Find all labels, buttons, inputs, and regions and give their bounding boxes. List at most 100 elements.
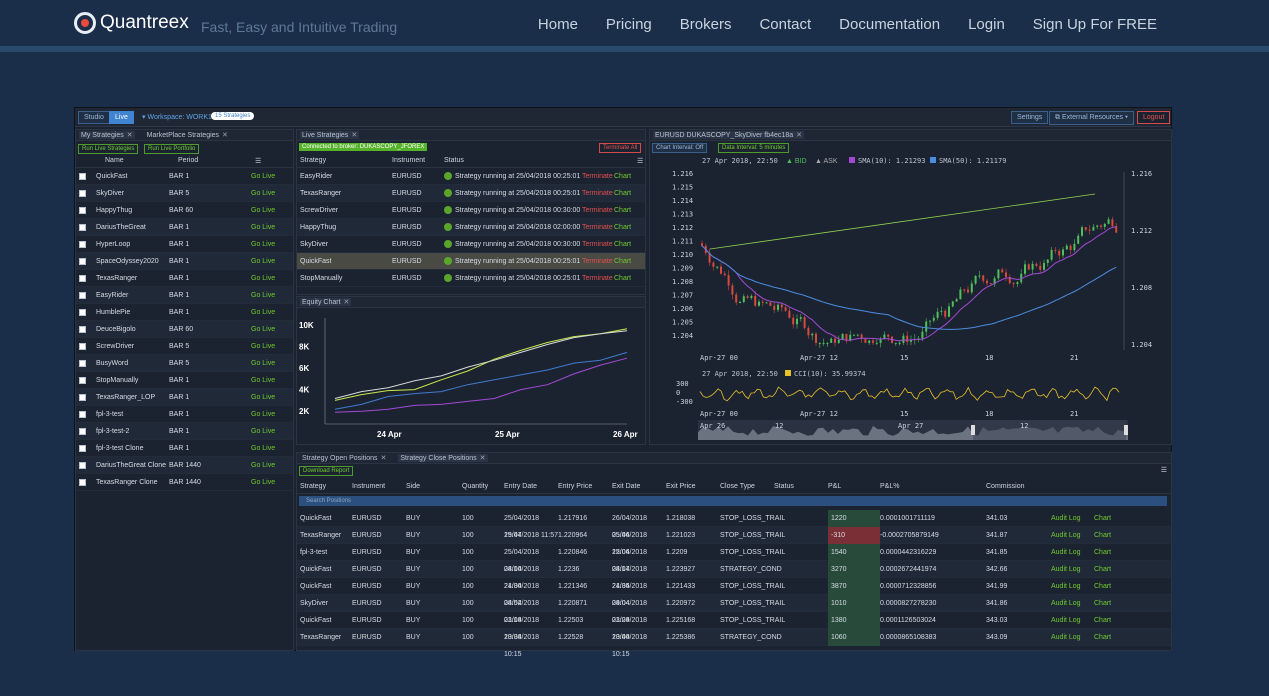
live-row[interactable]: StopManually EURUSD Strategy running at 25…	[297, 270, 645, 287]
strategy-row[interactable]: ScrewDriver BAR 5 Go Live	[76, 338, 293, 355]
go-live-link[interactable]: Go Live	[251, 292, 275, 299]
strategy-row[interactable]: TexasRanger BAR 1 Go Live	[76, 270, 293, 287]
tab-close-positions[interactable]: Strategy Close Positions ✕	[398, 454, 488, 462]
strategy-row[interactable]: DeuceBigolo BAR 60 Go Live	[76, 321, 293, 338]
audit-log-link[interactable]: Audit Log	[1051, 566, 1094, 573]
row-checkbox[interactable]	[79, 478, 86, 486]
chart-link[interactable]: Chart	[614, 207, 631, 214]
go-live-link[interactable]: Go Live	[251, 241, 275, 248]
run-live-portfolio-button[interactable]: Run Live Portfolio	[144, 144, 200, 154]
row-checkbox[interactable]	[79, 206, 86, 214]
strategy-row[interactable]: TexasRanger Clone BAR 1440 Go Live	[76, 474, 293, 491]
row-checkbox[interactable]	[79, 172, 86, 180]
audit-log-link[interactable]: Audit Log	[1051, 583, 1094, 590]
strategy-row[interactable]: BusyWord BAR 5 Go Live	[76, 355, 293, 372]
chart-interval-select[interactable]: Chart Interval: Off	[652, 143, 708, 153]
row-checkbox[interactable]	[79, 410, 86, 418]
go-live-link[interactable]: Go Live	[251, 275, 275, 282]
live-row[interactable]: SkyDiver EURUSD Strategy running at 25/04/…	[297, 236, 645, 253]
row-checkbox[interactable]	[79, 291, 86, 299]
audit-log-link[interactable]: Audit Log	[1051, 549, 1094, 556]
position-row[interactable]: QuickFast EURUSD BUY 100 23/04/2018 10:38 1.2…	[297, 611, 1171, 641]
nav-login[interactable]: Login	[968, 16, 1005, 33]
row-checkbox[interactable]	[79, 257, 86, 265]
go-live-link[interactable]: Go Live	[251, 207, 275, 214]
audit-log-link[interactable]: Audit Log	[1051, 617, 1094, 624]
go-live-link[interactable]: Go Live	[251, 445, 275, 452]
terminate-link[interactable]: Terminate	[582, 224, 614, 231]
download-report-button[interactable]: Download Report	[299, 466, 354, 476]
row-checkbox[interactable]	[79, 189, 86, 197]
close-icon[interactable]: ✕	[796, 132, 802, 139]
go-live-link[interactable]: Go Live	[251, 428, 275, 435]
logout-button[interactable]: Logout	[1137, 111, 1171, 124]
chart-link[interactable]: Chart	[1094, 634, 1111, 641]
row-checkbox[interactable]	[79, 376, 86, 384]
chart-link[interactable]: Chart	[614, 173, 631, 180]
strategy-row[interactable]: DariusTheGreat Clone BAR 1440 Go Live	[76, 457, 293, 474]
nav-documentation[interactable]: Documentation	[839, 16, 940, 33]
tab-equity-chart[interactable]: Equity Chart ✕	[300, 298, 352, 306]
chart-link[interactable]: Chart	[1094, 532, 1111, 539]
strategy-row[interactable]: StopManually BAR 1 Go Live	[76, 372, 293, 389]
position-row[interactable]: TexasRanger EURUSD BUY 100 25/04/2018 11:57 1…	[297, 526, 1171, 556]
navigator-handle-left[interactable]	[971, 425, 975, 435]
chart-link[interactable]: Chart	[1094, 549, 1111, 556]
go-live-link[interactable]: Go Live	[251, 309, 275, 316]
studio-button[interactable]: Studio	[78, 111, 110, 124]
strategy-row[interactable]: HumblePie BAR 1 Go Live	[76, 304, 293, 321]
terminate-link[interactable]: Terminate	[582, 190, 614, 197]
tab-live-strategies[interactable]: Live Strategies ✕	[300, 131, 360, 139]
strategy-row[interactable]: fpl-3-test BAR 1 Go Live	[76, 406, 293, 423]
go-live-link[interactable]: Go Live	[251, 411, 275, 418]
strategy-row[interactable]: DariusTheGreat BAR 1 Go Live	[76, 219, 293, 236]
chart-link[interactable]: Chart	[614, 275, 631, 282]
terminate-link[interactable]: Terminate	[582, 241, 614, 248]
row-checkbox[interactable]	[79, 274, 86, 282]
close-icon[interactable]: ✕	[127, 132, 133, 139]
go-live-link[interactable]: Go Live	[251, 394, 275, 401]
row-checkbox[interactable]	[79, 359, 86, 367]
search-positions-input[interactable]: Search Positions	[299, 496, 1167, 506]
close-icon[interactable]: ✕	[222, 132, 228, 139]
row-checkbox[interactable]	[79, 427, 86, 435]
row-checkbox[interactable]	[79, 444, 86, 452]
row-checkbox[interactable]	[79, 393, 86, 401]
live-row[interactable]: QuickFast EURUSD Strategy running at 25/04…	[297, 253, 645, 270]
live-row[interactable]: TexasRanger EURUSD Strategy running at 25/…	[297, 185, 645, 202]
strategy-row[interactable]: QuickFast BAR 1 Go Live	[76, 168, 293, 185]
go-live-link[interactable]: Go Live	[251, 258, 275, 265]
terminate-link[interactable]: Terminate	[582, 275, 614, 282]
row-checkbox[interactable]	[79, 325, 86, 333]
live-row[interactable]: EasyRider EURUSD Strategy running at 25/04…	[297, 168, 645, 185]
go-live-link[interactable]: Go Live	[251, 224, 275, 231]
tab-my-strategies[interactable]: My Strategies ✕	[79, 131, 135, 139]
navigator-handle-right[interactable]	[1124, 425, 1128, 435]
go-live-link[interactable]: Go Live	[251, 326, 275, 333]
chart-link[interactable]: Chart	[614, 190, 631, 197]
settings-button[interactable]: Settings	[1011, 111, 1049, 124]
chart-link[interactable]: Chart	[614, 241, 631, 248]
close-icon[interactable]: ✕	[381, 455, 387, 462]
chart-link[interactable]: Chart	[614, 258, 631, 265]
menu-icon[interactable]: ☰	[637, 157, 643, 165]
close-icon[interactable]: ✕	[351, 132, 357, 139]
go-live-link[interactable]: Go Live	[251, 360, 275, 367]
close-icon[interactable]: ✕	[480, 455, 486, 462]
audit-log-link[interactable]: Audit Log	[1051, 532, 1094, 539]
tab-marketplace[interactable]: MarketPlace Strategies ✕	[145, 131, 230, 139]
strategy-row[interactable]: HyperLoop BAR 1 Go Live	[76, 236, 293, 253]
menu-icon[interactable]: ☰	[1161, 466, 1167, 474]
go-live-link[interactable]: Go Live	[251, 479, 275, 486]
chart-link[interactable]: Chart	[1094, 515, 1111, 522]
terminate-all-button[interactable]: Terminate All	[599, 143, 642, 153]
go-live-link[interactable]: Go Live	[251, 190, 275, 197]
external-resources-button[interactable]: ⧉ External Resources ▾	[1049, 111, 1134, 125]
strategy-row[interactable]: SkyDiver BAR 5 Go Live	[76, 185, 293, 202]
position-row[interactable]: QuickFast EURUSD BUY 100 24/04/2018 08:52 1.2…	[297, 577, 1171, 607]
logo[interactable]: Quantreex	[74, 12, 189, 34]
terminate-link[interactable]: Terminate	[582, 173, 614, 180]
terminate-link[interactable]: Terminate	[582, 258, 614, 265]
tab-open-positions[interactable]: Strategy Open Positions ✕	[300, 454, 388, 462]
audit-log-link[interactable]: Audit Log	[1051, 515, 1094, 522]
